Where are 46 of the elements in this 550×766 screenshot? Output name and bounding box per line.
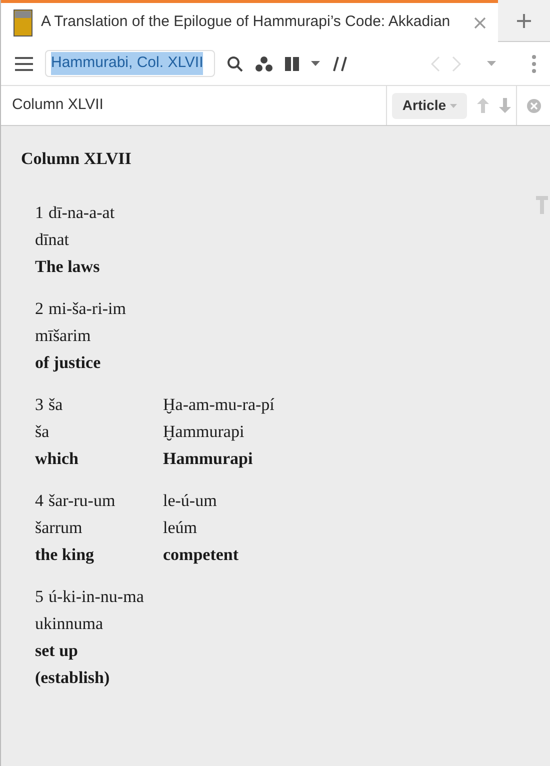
- normalized-word: dīnat: [35, 228, 70, 250]
- document-tab[interactable]: A Translation of the Epilogue of Hammurapi’s Code: Akkadian: [1, 0, 498, 42]
- down-arrow-icon[interactable]: [499, 98, 511, 113]
- line-number: 2: [35, 298, 44, 320]
- location-field[interactable]: Hammurabi, Col. XLVII: [45, 50, 215, 77]
- line-number: 1: [35, 202, 44, 224]
- translation: which: [35, 448, 80, 470]
- clear-icon[interactable]: [526, 98, 540, 112]
- transliteration: le-ú-um: [163, 490, 217, 512]
- translation: competent: [163, 544, 240, 566]
- normalized-word: leúm: [163, 516, 198, 538]
- translation: Hammurapi: [163, 448, 254, 470]
- line-number: 4: [35, 490, 44, 512]
- normalized-word: šarrum: [35, 516, 84, 538]
- transliteration: šar-ru-um: [48, 490, 116, 512]
- three-dots-icon[interactable]: [255, 56, 273, 72]
- normalized-word: ukinnuma: [35, 612, 104, 634]
- translation: set up (establish): [35, 640, 111, 688]
- translation: the king: [35, 544, 96, 566]
- search-icon[interactable]: [227, 56, 243, 72]
- up-arrow-icon[interactable]: [477, 98, 489, 113]
- caret-icon: [450, 104, 457, 108]
- transliteration: ú-ki-in-nu-ma: [48, 586, 144, 608]
- normalized-word: Ḫammurapi: [163, 420, 246, 443]
- translation: The laws: [35, 256, 101, 278]
- caret-icon[interactable]: [311, 61, 320, 66]
- transliteration: Ḫa-am-mu-ra-pí: [163, 394, 274, 416]
- plus-icon[interactable]: [516, 12, 532, 28]
- book-icon: [13, 8, 33, 36]
- line-number: 5: [35, 586, 44, 608]
- parallel-icon[interactable]: [332, 56, 348, 72]
- transliteration: mi-ša-ri-im: [48, 298, 126, 320]
- menu-icon[interactable]: [15, 56, 33, 70]
- close-icon[interactable]: [474, 16, 486, 28]
- tab-title: A Translation of the Epilogue of Hammurapi’s Code: Akkadian: [41, 12, 452, 32]
- line-number: 3: [35, 394, 44, 416]
- more-icon[interactable]: [532, 54, 536, 72]
- normalized-word: mīšarim: [35, 324, 92, 346]
- column-heading: Column XLVII: [21, 148, 132, 170]
- find-bar-title: Column XLVII: [11, 95, 104, 116]
- translation: of justice: [35, 352, 102, 374]
- transliteration: dī-na-a-at: [48, 202, 115, 224]
- transliteration: ša: [48, 394, 63, 416]
- article-dropdown[interactable]: Article: [392, 92, 467, 118]
- normalized-word: ša: [35, 420, 50, 442]
- columns-icon[interactable]: [285, 56, 299, 70]
